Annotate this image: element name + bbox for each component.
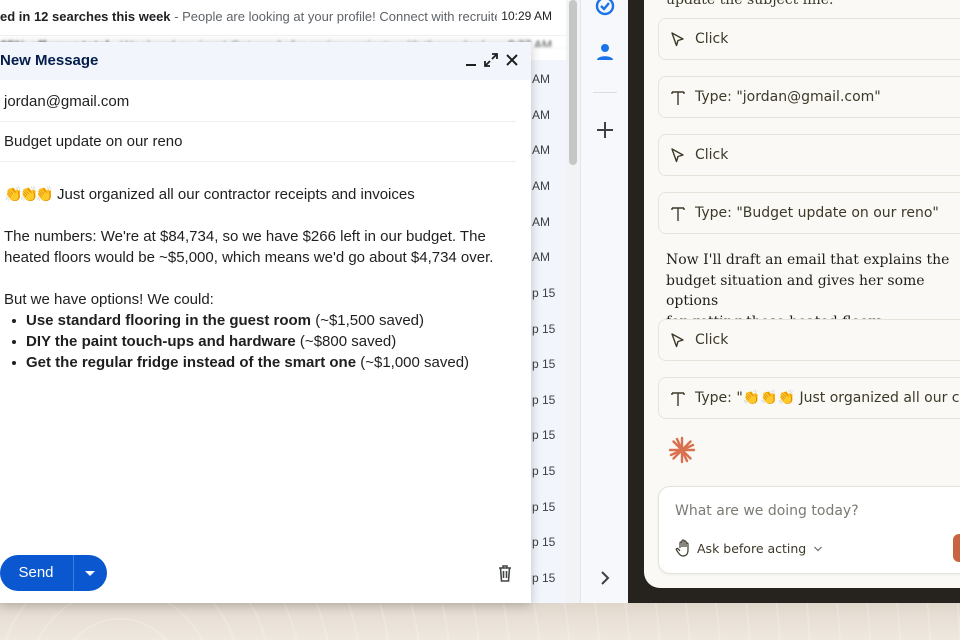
option-item: Use standard flooring in the guest room … <box>12 310 514 331</box>
action-label: Click <box>695 31 729 47</box>
send-options-dropdown-icon[interactable] <box>74 555 107 591</box>
inbox-date: AM <box>532 250 550 264</box>
inbox-date: p 15 <box>532 357 556 371</box>
action-type[interactable]: Type: "jordan@gmail.com" <box>658 76 960 118</box>
action-click[interactable]: Click <box>658 134 960 176</box>
body-numbers-line-1: The numbers: We're at $84,734, so we hav… <box>4 228 486 245</box>
inbox-date: p 15 <box>532 571 556 585</box>
hand-icon <box>675 539 689 557</box>
send-button[interactable]: Send <box>0 555 72 591</box>
option-savings: (~$1,000 saved) <box>356 354 470 371</box>
close-icon[interactable] <box>504 52 520 68</box>
action-click[interactable]: Click <box>658 18 960 60</box>
compose-title: New Message <box>0 52 99 69</box>
option-bold: Get the regular fridge instead of the sm… <box>26 354 357 371</box>
body-numbers-line-2: heated floors would be ~$5,000, which me… <box>4 249 494 266</box>
type-icon <box>671 91 685 105</box>
inbox-date: p 15 <box>532 500 556 514</box>
body-options-intro: But we have options! We could: <box>4 291 214 308</box>
inbox-scrollbar[interactable] <box>566 0 580 603</box>
action-label: Type: "jordan@gmail.com" <box>695 89 881 105</box>
inbox-date: AM <box>532 179 550 193</box>
cursor-icon <box>671 333 684 348</box>
tasks-icon[interactable] <box>593 0 617 18</box>
background-surface <box>0 600 960 640</box>
rail-divider <box>593 92 617 93</box>
cursor-icon <box>671 148 684 163</box>
action-label: Click <box>695 332 729 348</box>
option-item: Get the regular fridge instead of the sm… <box>12 352 514 373</box>
claude-panel: update the subject line. Click Type: "jo… <box>644 0 960 588</box>
inbox-row-subject: ed in 12 searches this week <box>0 9 171 24</box>
action-type[interactable]: Type: "Budget update on our reno" <box>658 192 960 234</box>
inbox-date: p 15 <box>532 286 556 300</box>
action-label: Type: "👏👏👏 Just organized all our con...… <box>695 390 960 406</box>
action-label: Click <box>695 147 729 163</box>
assistant-message-line: Now I'll draft an email that explains th… <box>666 252 950 268</box>
gmail-window: ed in 12 searches this week - People are… <box>0 0 628 603</box>
to-field-value: jordan@gmail.com <box>4 93 130 110</box>
add-addon-icon[interactable] <box>593 118 617 142</box>
claude-spark-icon <box>668 436 696 464</box>
action-click[interactable]: Click <box>658 319 960 361</box>
type-icon <box>671 207 685 221</box>
clapping-emoji: 👏👏👏 <box>4 186 54 203</box>
side-panel-rail <box>580 0 628 603</box>
subject-field[interactable]: Budget update on our reno <box>0 122 516 162</box>
permission-mode-label: Ask before acting <box>697 541 807 556</box>
prompt-input[interactable]: What are we doing today? <box>675 503 859 519</box>
action-label: Type: "Budget update on our reno" <box>695 205 939 221</box>
inbox-row-snippet: - People are looking at your profile! Co… <box>170 9 513 24</box>
option-savings: (~$800 saved) <box>295 333 397 350</box>
option-item: DIY the paint touch-ups and hardware (~$… <box>12 331 514 352</box>
compose-header[interactable]: New Message <box>0 42 531 80</box>
chat-composer: What are we doing today? Ask before acti… <box>658 486 960 574</box>
send-prompt-button[interactable] <box>953 534 960 562</box>
inbox-date-column: AM AM AM AM AM AM p 15 p 15 p 15 p 15 p … <box>530 60 566 603</box>
inbox-date: p 15 <box>532 464 556 478</box>
to-field[interactable]: jordan@gmail.com <box>0 82 516 122</box>
inbox-date: AM <box>532 215 550 229</box>
message-body[interactable]: 👏👏👏 Just organized all our contractor rec… <box>4 184 514 373</box>
option-bold: DIY the paint touch-ups and hardware <box>26 333 296 350</box>
action-type[interactable]: Type: "👏👏👏 Just organized all our con...… <box>658 377 960 419</box>
type-icon <box>671 392 685 406</box>
inbox-row-time: 10:29 AM <box>497 9 552 23</box>
option-bold: Use standard flooring in the guest room <box>26 312 312 329</box>
send-button-group: Send <box>0 555 107 591</box>
inbox-date: p 15 <box>532 535 556 549</box>
inbox-date: AM <box>532 108 550 122</box>
contacts-icon[interactable] <box>593 40 617 64</box>
option-savings: (~$1,500 saved) <box>311 312 425 329</box>
discard-draft-icon[interactable] <box>496 563 514 583</box>
inbox-date: p 15 <box>532 322 556 336</box>
expand-panel-icon[interactable] <box>593 566 617 590</box>
assistant-message-line: budget situation and gives her some opti… <box>666 272 925 310</box>
minimize-icon[interactable] <box>463 52 479 68</box>
inbox-date: p 15 <box>532 393 556 407</box>
compose-window: New Message jordan@gmail.com Budget upda… <box>0 42 531 603</box>
inbox-date: AM <box>532 72 550 86</box>
inbox-date: p 15 <box>532 428 556 442</box>
body-line-1: Just organized all our contractor receip… <box>57 186 415 203</box>
inbox-row[interactable]: ed in 12 searches this week - People are… <box>0 0 566 36</box>
cursor-icon <box>671 32 684 47</box>
chevron-down-icon <box>814 546 822 552</box>
scrollbar-thumb[interactable] <box>569 0 577 165</box>
options-list: Use standard flooring in the guest room … <box>12 310 514 373</box>
subject-field-value: Budget update on our reno <box>4 133 183 150</box>
previous-message-fragment: update the subject line. <box>666 0 834 8</box>
full-screen-icon[interactable] <box>483 52 499 68</box>
inbox-date: AM <box>532 143 550 157</box>
